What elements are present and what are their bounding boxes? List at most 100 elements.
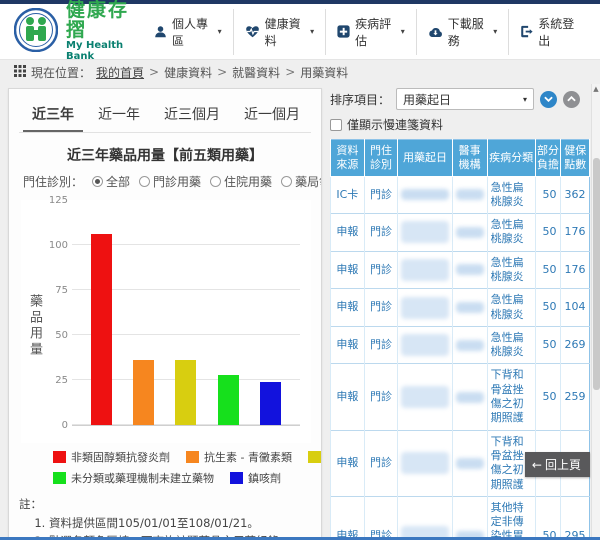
sort-label: 排序項目： (330, 91, 390, 108)
bar-0[interactable] (91, 234, 112, 425)
sort-descending-button[interactable] (540, 91, 557, 108)
heart-pulse-icon (245, 25, 260, 38)
grid-icon (14, 65, 26, 80)
bar-3[interactable] (218, 375, 239, 425)
chart-legend: 非類固醇類抗發炎劑 抗生素 - 青黴素類 止瀉劑複方 未分類或藥理機制未建立藥物… (53, 449, 311, 486)
checkbox-icon[interactable] (330, 119, 342, 131)
radio-all[interactable]: 全部 (92, 173, 130, 190)
scrollbar-thumb[interactable] (593, 158, 600, 390)
cell-visit-type: 門診 (364, 176, 398, 214)
cell-points: 176 (561, 214, 590, 252)
chart-title: 近三年藥品用量【前五類用藥】 (19, 145, 311, 165)
nav-download-service[interactable]: 下載服務 ▾ (416, 9, 508, 55)
legend-swatch (308, 451, 321, 463)
cell-source: 申報 (331, 496, 365, 540)
radio-outpatient[interactable]: 門診用藥 (139, 173, 201, 190)
legend-swatch (53, 472, 66, 484)
bar-2[interactable] (175, 360, 196, 425)
cell-copay: 50 (535, 214, 561, 252)
cell-start-date (398, 251, 452, 289)
cell-medical-org (452, 326, 487, 364)
col-visit-type[interactable]: 門住診別 (364, 140, 398, 177)
nav-health-data[interactable]: 健康資料 ▾ (233, 9, 325, 55)
table-header-row: 資料來源 門住診別 用藥起日 醫事機構 疾病分類 部分負擔 健保點數 (331, 140, 590, 177)
bar-4[interactable] (260, 382, 281, 425)
legend-swatch (53, 451, 66, 463)
legend-item: 未分類或藥理機制未建立藥物 (53, 470, 214, 486)
table-row[interactable]: 申報門診其他特定非傳染性胃腸炎及結腸炎50295 (331, 496, 590, 540)
cell-visit-type: 門診 (364, 364, 398, 430)
tab-last-1-year[interactable]: 近一年 (89, 99, 149, 132)
breadcrumb-prefix: 現在位置： (31, 64, 91, 81)
caret-down-icon: ▾ (493, 27, 497, 36)
redacted-text (456, 264, 484, 275)
tab-last-3-years[interactable]: 近三年 (23, 99, 83, 132)
chart-plot-area (72, 200, 300, 425)
cell-source: IC卡 (331, 176, 365, 214)
nav-logout[interactable]: 系統登出 (508, 9, 590, 55)
cell-source: 申報 (331, 251, 365, 289)
redacted-text (456, 189, 484, 200)
cell-start-date (398, 496, 452, 540)
redacted-text (401, 189, 448, 200)
breadcrumb-separator: > (217, 65, 227, 79)
col-source[interactable]: 資料來源 (331, 140, 365, 177)
table-row[interactable]: 申報門診下背和骨盆挫傷之初期照護50259 (331, 364, 590, 430)
legend-item: 止瀉劑複方 (308, 449, 322, 465)
y-axis-ticks: 0255075100125 (46, 200, 72, 425)
table-row[interactable]: 申報門診急性扁桃腺炎50176 (331, 214, 590, 252)
breadcrumb-item[interactable]: 健康資料 (164, 64, 212, 81)
y-tick-label: 0 (62, 420, 68, 431)
notes-section: 註： 資料提供區間105/01/01至108/01/21。 點選各顏色區塊，可查… (19, 496, 311, 540)
breadcrumb-home-link[interactable]: 我的首頁 (96, 64, 144, 81)
app-logo[interactable]: 健康存摺 My Health Bank (14, 1, 143, 63)
caret-down-icon: ▾ (310, 27, 314, 36)
bar-1[interactable] (133, 360, 154, 425)
brand-title: 健康存摺 (66, 1, 143, 41)
cell-copay: 50 (535, 176, 561, 214)
sort-field-select[interactable]: 用藥起日 ▾ (396, 88, 534, 110)
table-row[interactable]: 申報門診急性扁桃腺炎50176 (331, 251, 590, 289)
bar-chart: 藥品用量 0255075100125 (21, 200, 311, 443)
tab-last-1-month[interactable]: 近一個月 (235, 99, 309, 132)
table-row[interactable]: IC卡門診急性扁桃腺炎50362 (331, 176, 590, 214)
cell-start-date (398, 176, 452, 214)
cell-points: 259 (561, 364, 590, 430)
nav-label: 下載服務 (448, 15, 487, 49)
filter-label: 門住診別： (23, 173, 83, 190)
chronic-prescription-filter: 僅顯示慢連箋資料 (330, 116, 590, 133)
cell-source: 申報 (331, 326, 365, 364)
radio-pharmacy[interactable]: 藥局領藥 (281, 173, 322, 190)
y-axis-label: 藥品用量 (25, 294, 44, 358)
cell-medical-org (452, 176, 487, 214)
redacted-text (401, 386, 448, 408)
checkbox-label: 僅顯示慢連箋資料 (347, 116, 443, 133)
table-row[interactable]: 申報門診急性扁桃腺炎50104 (331, 289, 590, 327)
cell-visit-type: 門診 (364, 214, 398, 252)
table-row[interactable]: 申報門診急性扁桃腺炎50269 (331, 326, 590, 364)
page-scrollbar[interactable]: ▲ (591, 84, 600, 537)
visit-type-filter: 門住診別： 全部 門診用藥 住院用藥 藥局領藥 (19, 173, 311, 190)
breadcrumb-item[interactable]: 就醫資料 (232, 64, 280, 81)
col-start-date[interactable]: 用藥起日 (398, 140, 452, 177)
tab-last-3-months[interactable]: 近三個月 (155, 99, 229, 132)
nav-label: 個人專區 (172, 15, 212, 49)
medication-table: 資料來源 門住診別 用藥起日 醫事機構 疾病分類 部分負擔 健保點數 IC卡門診… (330, 139, 590, 540)
y-tick-label: 125 (49, 195, 68, 206)
redacted-text (456, 302, 484, 313)
col-disease[interactable]: 疾病分類 (487, 140, 535, 177)
redacted-text (456, 458, 484, 469)
cell-start-date (398, 430, 452, 496)
nav-personal-area[interactable]: 個人專區 ▾ (143, 9, 233, 55)
cell-source: 申報 (331, 289, 365, 327)
sort-ascending-button[interactable] (563, 91, 580, 108)
back-button[interactable]: ← 回上頁 (525, 452, 590, 477)
radio-inpatient[interactable]: 住院用藥 (210, 173, 272, 190)
col-copay[interactable]: 部分負擔 (535, 140, 561, 177)
redacted-text (401, 452, 448, 474)
col-medical-org[interactable]: 醫事機構 (452, 140, 487, 177)
nav-disease-assessment[interactable]: 疾病評估 ▾ (325, 9, 416, 55)
scroll-up-arrow[interactable]: ▲ (592, 85, 600, 93)
col-points[interactable]: 健保點數 (561, 140, 590, 177)
chart-panel: 近三年 近一年 近三個月 近一個月 近三年藥品用量【前五類用藥】 門住診別： 全… (8, 88, 322, 540)
